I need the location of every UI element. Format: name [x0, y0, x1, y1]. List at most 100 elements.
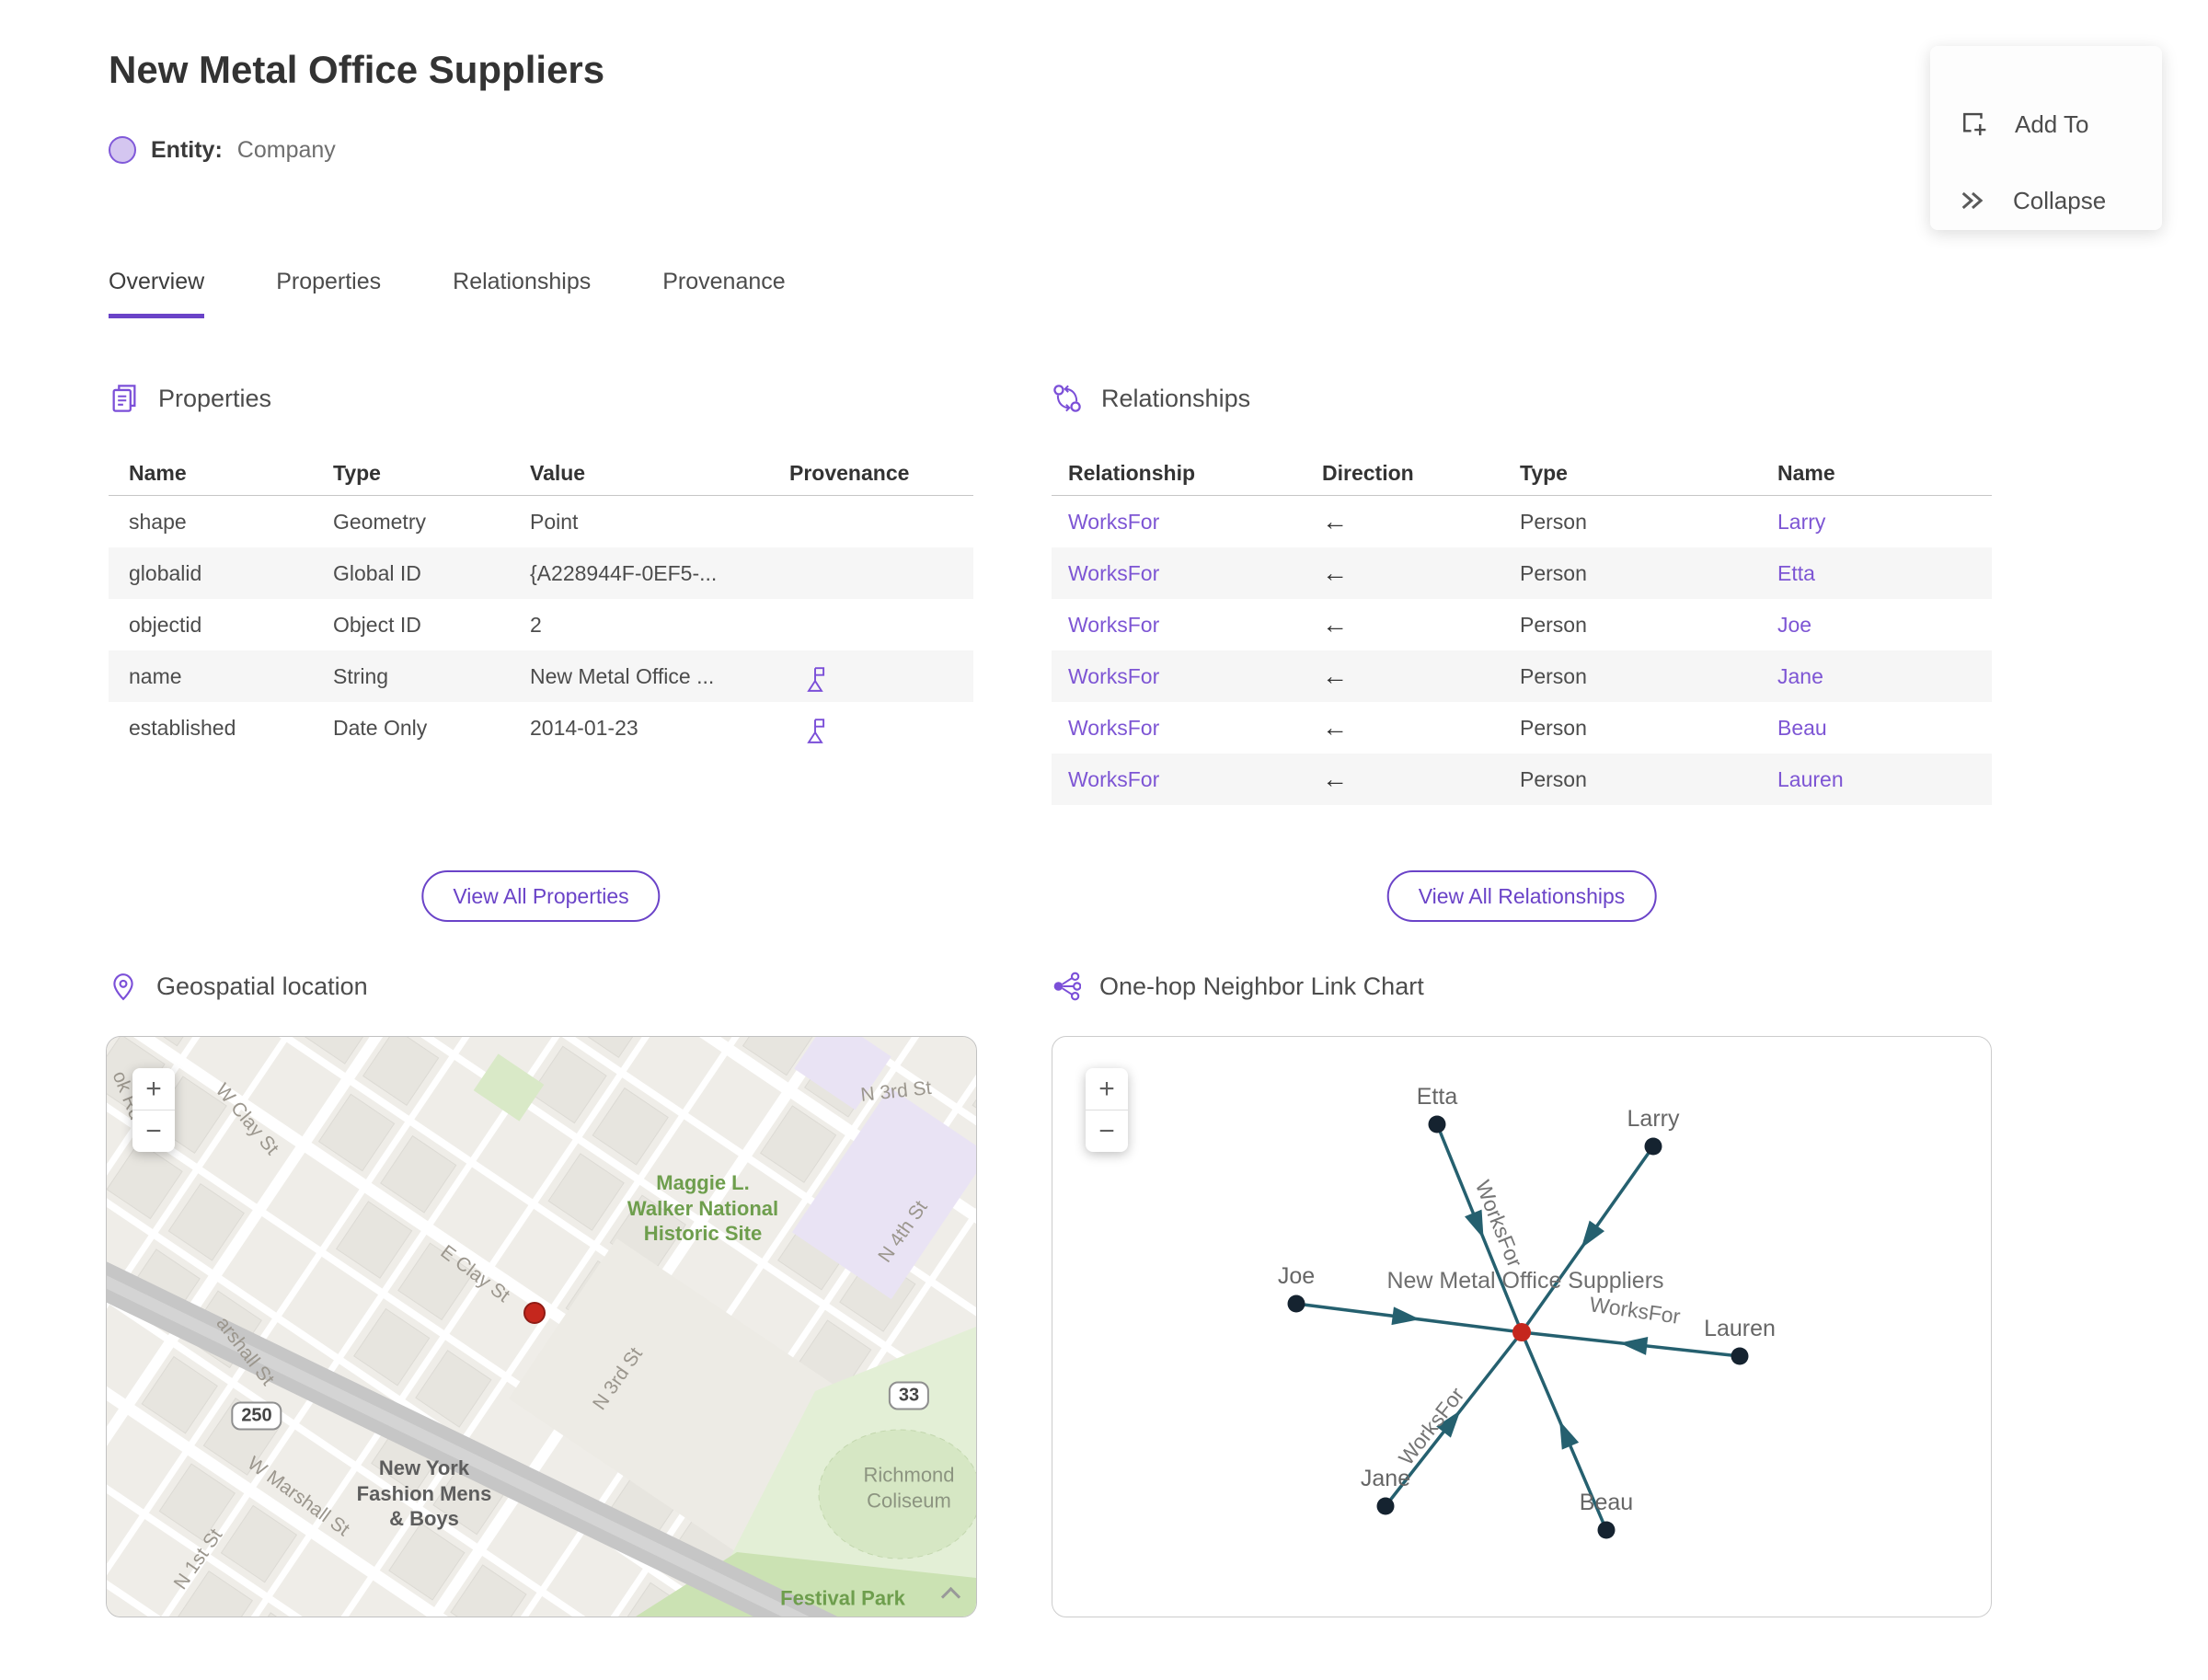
person-node[interactable] [1731, 1347, 1749, 1365]
entity-link[interactable]: Beau [1777, 702, 1827, 754]
relationships-icon [1053, 385, 1081, 412]
tab-provenance[interactable]: Provenance [662, 269, 785, 318]
property-type: Date Only [333, 716, 428, 740]
person-node[interactable] [1644, 1137, 1662, 1156]
property-name: established [129, 716, 236, 740]
add-to-button[interactable]: Add To [1958, 109, 2088, 140]
location-marker [523, 1302, 546, 1324]
table-row[interactable]: WorksFor ← Person Lauren [1052, 754, 1992, 805]
chart-zoom-control: + − [1086, 1068, 1128, 1152]
direction-arrow: ← [1322, 713, 1348, 742]
actions-panel: Add To Collapse [1930, 46, 2162, 230]
table-row[interactable]: name String New Metal Office ... [109, 650, 973, 702]
link-chart[interactable]: WorksFor WorksFor WorksFor Etta Larry Joe Laur… [1052, 1036, 1992, 1617]
col-name: Name [1777, 461, 1835, 485]
person-node[interactable] [1376, 1497, 1395, 1515]
property-value: 2014-01-23 [530, 716, 638, 740]
coliseum-lawn [818, 1429, 976, 1559]
properties-table-header: Name Type Value Provenance [109, 451, 973, 495]
table-row[interactable]: objectid Object ID 2 [109, 599, 973, 650]
relationship-link[interactable]: WorksFor [1068, 754, 1159, 805]
relationship-link[interactable]: WorksFor [1068, 496, 1159, 547]
add-to-label: Add To [2015, 109, 2089, 138]
edge-arrow-icon [1581, 1220, 1605, 1248]
col-name: Name [129, 461, 187, 485]
properties-icon [112, 385, 136, 412]
relationship-link[interactable]: WorksFor [1068, 547, 1159, 599]
relationship-link[interactable]: WorksFor [1068, 702, 1159, 754]
relationship-type: Person [1520, 716, 1587, 740]
zoom-out-button[interactable]: − [1086, 1110, 1128, 1152]
entity-link[interactable]: Larry [1777, 496, 1825, 547]
property-name: objectid [129, 613, 202, 637]
table-row[interactable]: globalid Global ID {A228944F-0EF5-... [109, 547, 973, 599]
person-node[interactable] [1597, 1521, 1616, 1539]
map-zoom-control: + − [132, 1068, 175, 1152]
entity-details-page: New Metal Office Suppliers Entity: Compa… [0, 0, 2208, 1680]
collapse-label: Collapse [2013, 186, 2107, 214]
relationship-type: Person [1520, 613, 1587, 637]
table-row[interactable]: WorksFor ← Person Larry [1052, 496, 1992, 547]
property-name: name [129, 664, 182, 688]
table-row[interactable]: WorksFor ← Person Etta [1052, 547, 1992, 599]
center-entity-label: New Metal Office Suppliers [1386, 1268, 1663, 1294]
entity-link[interactable]: Etta [1777, 547, 1815, 599]
property-name: shape [129, 510, 187, 534]
zoom-in-button[interactable]: + [1086, 1068, 1128, 1110]
center-entity-node[interactable] [1512, 1323, 1531, 1341]
property-type: Global ID [333, 561, 421, 585]
entity-row: Entity: Company [109, 136, 336, 164]
property-value: 2 [530, 613, 542, 637]
person-node[interactable] [1287, 1295, 1305, 1313]
properties-section-title: Properties [158, 384, 272, 412]
property-type: Object ID [333, 613, 421, 637]
geospatial-section-header: Geospatial location [109, 972, 368, 1001]
map-pin-icon [113, 973, 133, 1001]
linkchart-section-header: One-hop Neighbor Link Chart [1052, 972, 1424, 1001]
relationship-type: Person [1520, 664, 1587, 688]
node-label: Jane [1361, 1466, 1410, 1491]
property-type: Geometry [333, 510, 426, 534]
page-title: New Metal Office Suppliers [109, 48, 605, 91]
properties-section-header: Properties [109, 383, 271, 414]
provenance-flag-icon[interactable] [803, 711, 827, 763]
view-all-properties-button[interactable]: View All Properties [421, 870, 661, 922]
geospatial-section-title: Geospatial location [156, 972, 368, 1000]
edge-label: WorksFor [1588, 1292, 1682, 1329]
direction-arrow: ← [1322, 610, 1348, 639]
edge-arrow-icon [1559, 1421, 1580, 1450]
link-chart-canvas: WorksForWorksForWorksForEttaLarryJoeLaur… [1278, 1084, 1776, 1539]
map-canvas [107, 1037, 976, 1617]
relationship-type: Person [1520, 561, 1587, 585]
node-label: Lauren [1704, 1316, 1776, 1341]
table-row[interactable]: WorksFor ← Person Jane [1052, 650, 1992, 702]
tab-relationships[interactable]: Relationships [453, 269, 591, 318]
relationship-link[interactable]: WorksFor [1068, 599, 1159, 650]
entity-link[interactable]: Joe [1777, 599, 1811, 650]
relationships-table-body: WorksFor ← Person Larry WorksFor ← Person Etta W… [1052, 496, 1992, 805]
table-row[interactable]: WorksFor ← Person Beau [1052, 702, 1992, 754]
table-row[interactable]: established Date Only 2014-01-23 [109, 702, 973, 754]
table-row[interactable]: shape Geometry Point [109, 496, 973, 547]
relationship-link[interactable]: WorksFor [1068, 650, 1159, 702]
entity-type-icon [109, 136, 136, 164]
map[interactable]: ok Rd W Clay St arshall St W Marshall St E C… [106, 1036, 977, 1617]
view-all-relationships-button[interactable]: View All Relationships [1386, 870, 1657, 922]
entity-link[interactable]: Lauren [1777, 754, 1844, 805]
person-node[interactable] [1428, 1115, 1446, 1133]
relationships-section-title: Relationships [1101, 384, 1251, 412]
zoom-in-button[interactable]: + [132, 1068, 175, 1110]
relationships-table: Relationship Direction Type Name WorksFo… [1052, 451, 1992, 805]
add-to-icon [1963, 112, 1986, 136]
table-row[interactable]: WorksFor ← Person Joe [1052, 599, 1992, 650]
property-value: {A228944F-0EF5-... [530, 561, 718, 585]
collapse-icon [1961, 191, 1984, 210]
tab-bar: Overview Properties Relationships Provenanc… [109, 269, 786, 318]
node-label: Joe [1278, 1263, 1315, 1289]
relationships-table-header: Relationship Direction Type Name [1052, 451, 1992, 495]
tab-properties[interactable]: Properties [276, 269, 381, 318]
entity-link[interactable]: Jane [1777, 650, 1823, 702]
collapse-button[interactable]: Collapse [1958, 186, 2106, 215]
tab-overview[interactable]: Overview [109, 269, 205, 318]
zoom-out-button[interactable]: − [132, 1110, 175, 1152]
